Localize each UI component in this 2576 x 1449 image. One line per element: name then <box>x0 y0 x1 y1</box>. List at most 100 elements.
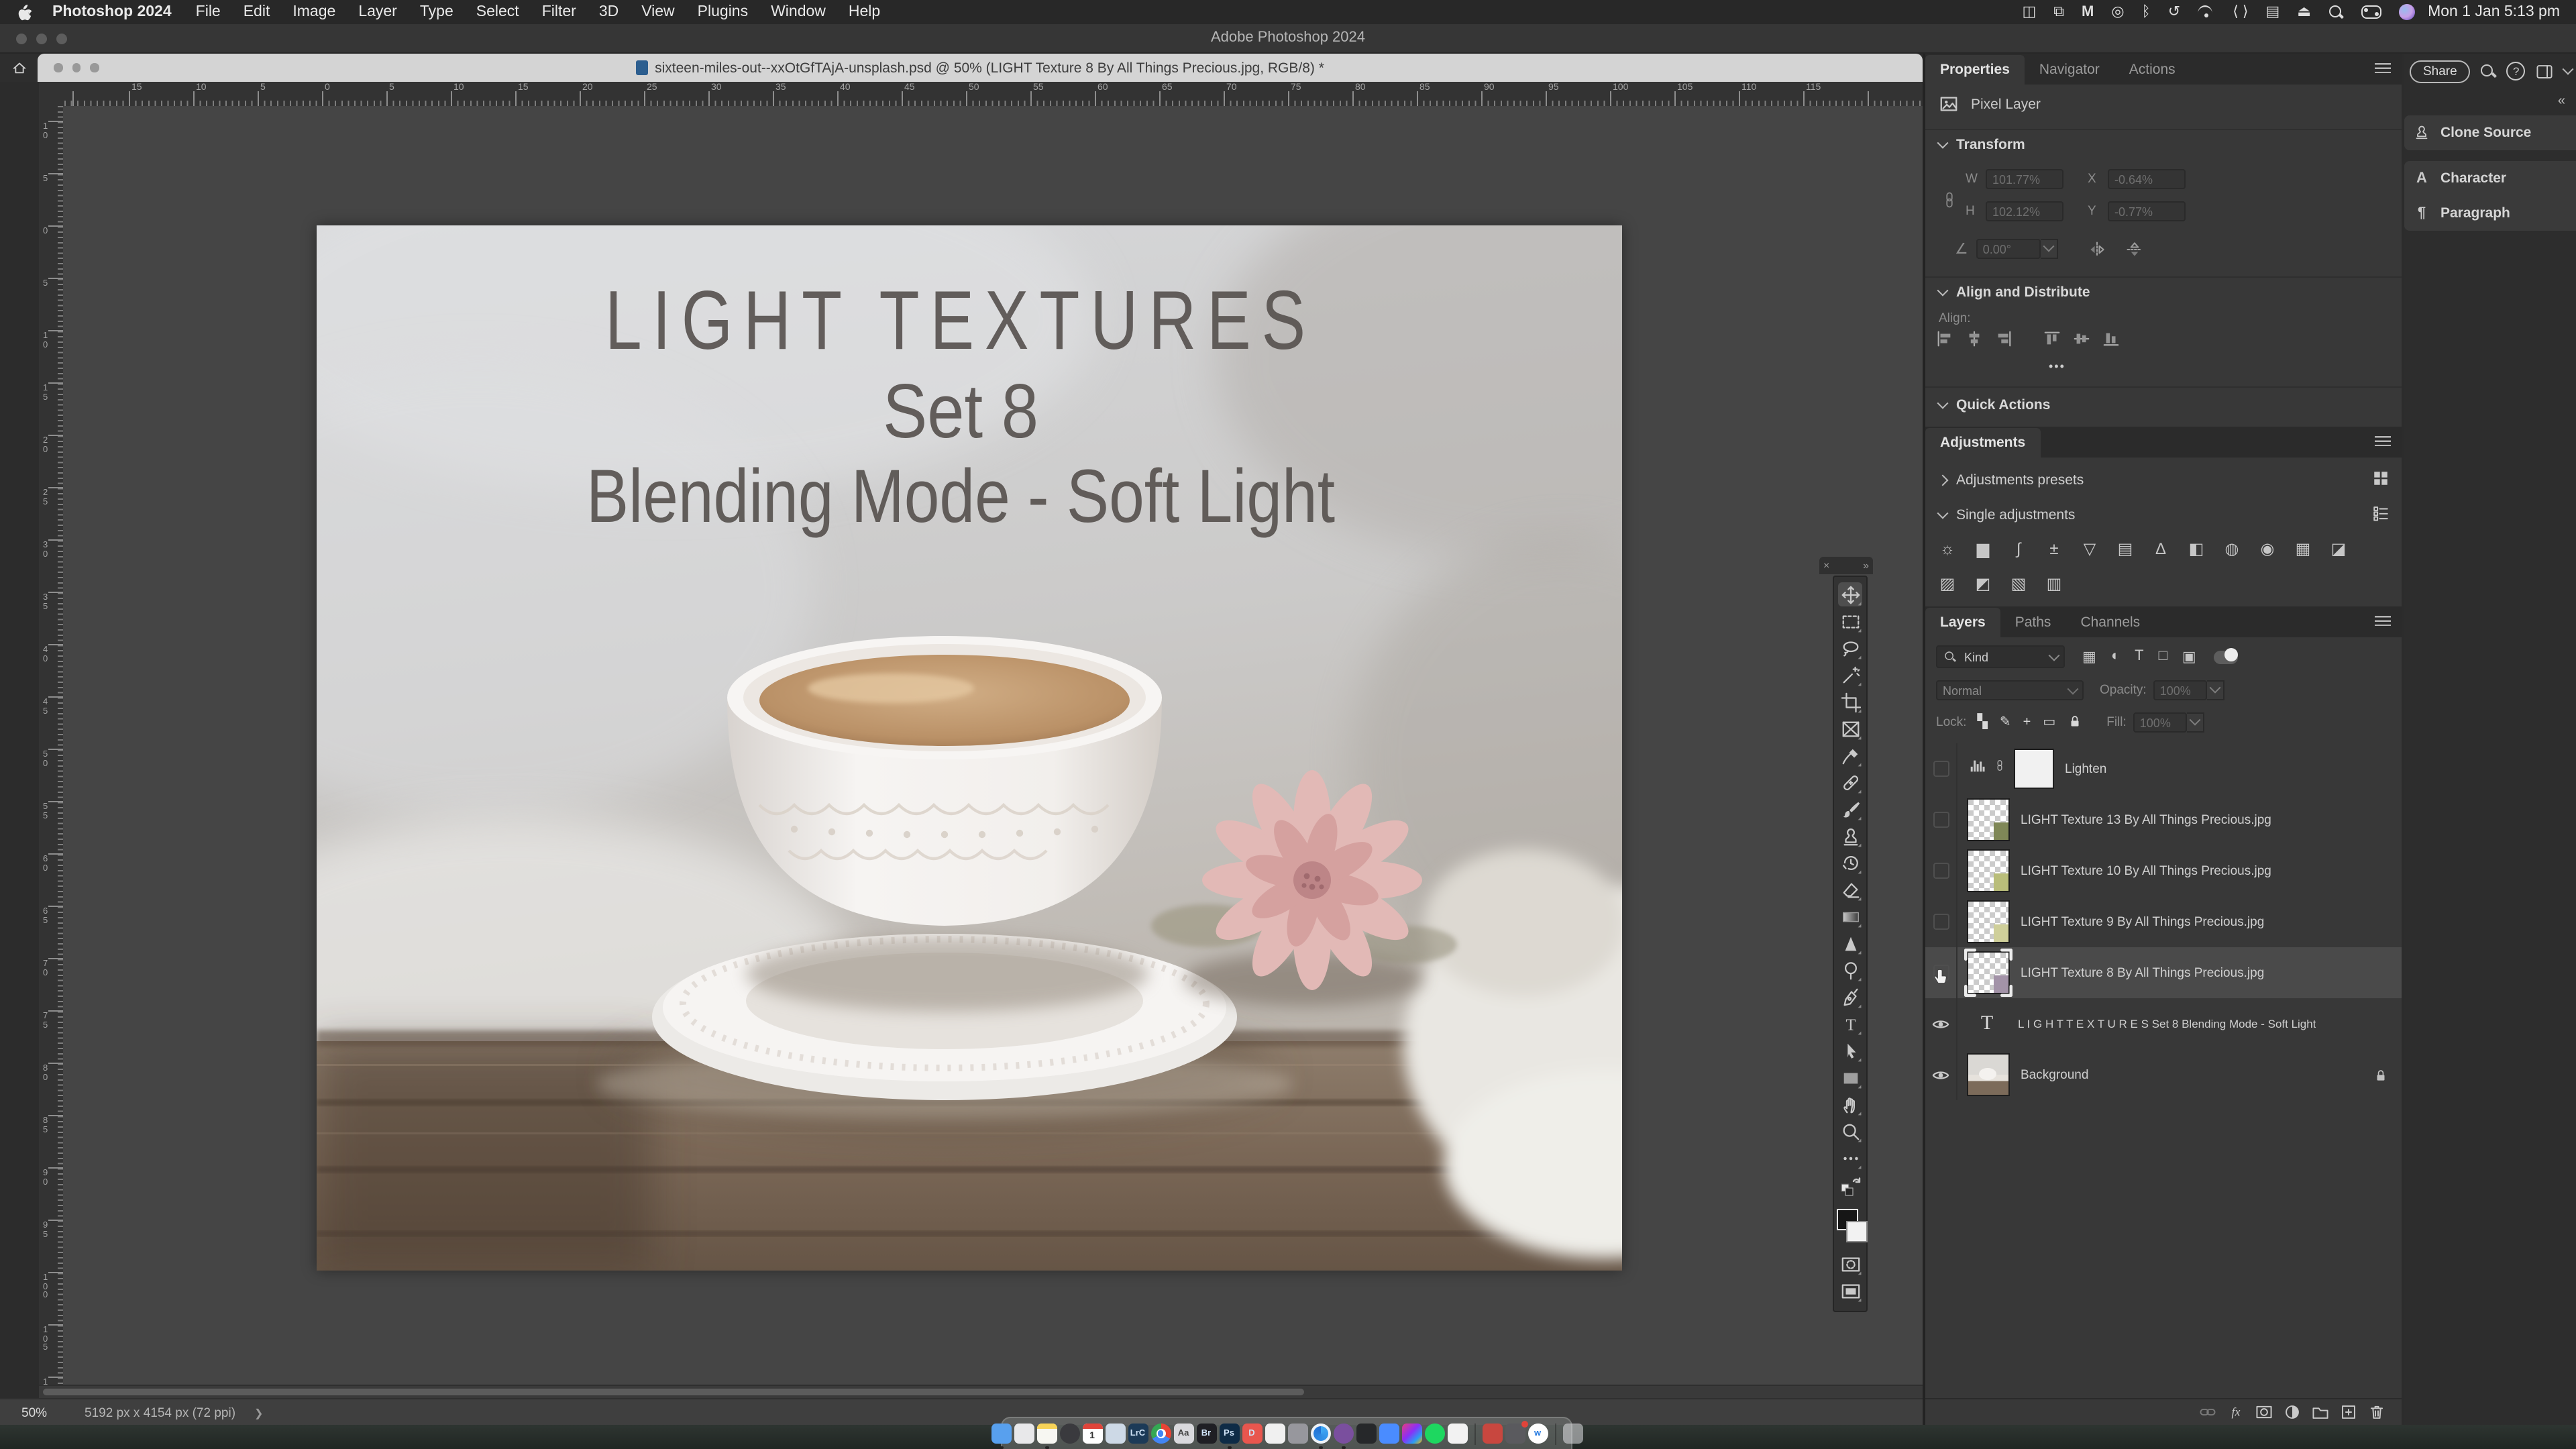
brush-tool[interactable] <box>1838 797 1862 821</box>
dock-icon-documents-app[interactable]: D <box>1242 1424 1262 1444</box>
layers-menu-icon[interactable] <box>2375 616 2391 628</box>
add-mask-button[interactable] <box>2254 1403 2273 1421</box>
align-top-button[interactable] <box>2043 330 2061 354</box>
dock-icon-obscura[interactable] <box>1265 1424 1285 1444</box>
align-more-button[interactable]: ••• <box>2049 360 2065 373</box>
dock-icon-terminal[interactable] <box>1356 1424 1376 1444</box>
dock-icon-system-settings[interactable] <box>1014 1424 1034 1444</box>
color-swatches[interactable] <box>1834 1206 1866 1246</box>
single-adjustments-row[interactable]: Single adjustments <box>1939 507 2075 523</box>
apple-menu-icon[interactable] <box>16 3 34 21</box>
window-manager-icon[interactable]: ▤ <box>2265 5 2279 19</box>
document-canvas[interactable]: LIGHT TEXTURES Set 8 Blending Mode - Sof… <box>317 225 1622 1271</box>
zoom-tool[interactable] <box>1838 1119 1862 1143</box>
layer-row-4[interactable]: LIGHT Texture 8 By All Things Precious.j… <box>1925 947 2402 998</box>
angle-dropdown[interactable] <box>2041 239 2058 259</box>
fill-dropdown[interactable] <box>2187 712 2204 733</box>
photo-filter-adjustment-button[interactable]: ◍ <box>2220 537 2243 559</box>
tab-actions[interactable]: Actions <box>2114 55 2190 85</box>
rect-marquee-tool[interactable] <box>1838 609 1862 633</box>
spotlight-icon[interactable] <box>2328 5 2343 19</box>
link-layers-button[interactable] <box>2198 1403 2216 1421</box>
flip-horizontal-icon[interactable] <box>2088 239 2106 258</box>
smart-object-filter-icon[interactable]: ▣ <box>2182 648 2196 665</box>
levels-adjustment-button[interactable]: ▆ <box>1972 537 1994 559</box>
layer-row-0[interactable]: Lighten <box>1925 743 2402 794</box>
eraser-tool[interactable] <box>1838 877 1862 902</box>
dodge-tool[interactable] <box>1838 958 1862 982</box>
layer-thumbnail[interactable] <box>1967 900 2010 943</box>
layer-row-2[interactable]: LIGHT Texture 10 By All Things Precious.… <box>1925 845 2402 896</box>
dock-icon-quicktime[interactable] <box>1059 1424 1079 1444</box>
eyedropper-tool[interactable] <box>1838 743 1862 767</box>
layer-row-5[interactable]: TL I G H T T E X T U R E S Set 8 Blendin… <box>1925 998 2402 1049</box>
lock-transparency-button[interactable]: ▚ <box>1977 715 1987 730</box>
align-right-button[interactable] <box>1995 330 2012 354</box>
menu-item-view[interactable]: View <box>641 4 674 20</box>
adjustments-menu-icon[interactable] <box>2375 436 2391 448</box>
menu-item-select[interactable]: Select <box>476 4 519 20</box>
threshold-adjustment-button[interactable]: ◩ <box>1972 572 1994 594</box>
canvas-pasteboard[interactable]: LIGHT TEXTURES Set 8 Blending Mode - Sof… <box>63 106 1923 1385</box>
frame-tool[interactable] <box>1838 716 1862 741</box>
menu-item-image[interactable]: Image <box>292 4 335 20</box>
control-center-icon[interactable] <box>2361 5 2381 19</box>
dock-icon-font-book[interactable]: Aa <box>1173 1424 1193 1444</box>
menu-item-type[interactable]: Type <box>420 4 453 20</box>
menu-item-file[interactable]: File <box>196 4 221 20</box>
vibrance-adjustment-button[interactable]: ▽ <box>2078 537 2101 559</box>
layer-row-background[interactable]: Background <box>1925 1049 2402 1100</box>
toolbar-close-icon[interactable]: × <box>1823 559 1829 572</box>
dock-icon-health-app[interactable] <box>1447 1424 1467 1444</box>
ruler-horizontal[interactable]: 1510505101520253035404550556065707580859… <box>63 82 1923 107</box>
path-select-tool[interactable] <box>1838 1038 1862 1063</box>
shape-filter-icon[interactable]: □ <box>2159 648 2167 665</box>
presets-grid-icon[interactable] <box>2372 470 2390 487</box>
menu-item-filter[interactable]: Filter <box>542 4 576 20</box>
blend-mode-combo[interactable]: Normal <box>1936 680 2084 700</box>
code-brackets-icon[interactable]: ⟨ ⟩ <box>2233 5 2248 19</box>
align-left-button[interactable] <box>1936 330 1953 354</box>
layer-visibility-off[interactable] <box>1925 743 1957 794</box>
color-lookup-adjustment-button[interactable]: ▦ <box>2292 537 2314 559</box>
tab-layers[interactable]: Layers <box>1925 608 2000 637</box>
adjustments-presets-row[interactable]: Adjustments presets <box>1939 472 2084 488</box>
dock-icon-shutter-app[interactable] <box>1505 1424 1525 1444</box>
menu-item-help[interactable]: Help <box>849 4 880 20</box>
angle-field[interactable]: 0.00° <box>1976 239 2041 259</box>
document-size-info[interactable]: 5192 px x 4154 px (72 ppi)❯ <box>85 1405 263 1420</box>
hand-tool[interactable] <box>1838 1092 1862 1116</box>
collapse-panels-icon[interactable]: « <box>2558 94 2565 109</box>
dock-icon-mail-drop[interactable] <box>1482 1424 1502 1444</box>
move-tool[interactable] <box>1838 582 1862 606</box>
dock-icon-lightroom-classic[interactable]: LrC <box>1128 1424 1148 1444</box>
background-color-swatch[interactable] <box>1846 1221 1868 1242</box>
menu-item-edit[interactable]: Edit <box>244 4 270 20</box>
menu-item-3d[interactable]: 3D <box>599 4 619 20</box>
layer-name[interactable]: L I G H T T E X T U R E S Set 8 Blending… <box>2018 1017 2316 1030</box>
channel-mixer-adjustment-button[interactable]: ◉ <box>2256 537 2279 559</box>
selective-color-adjustment-button[interactable]: ▧ <box>2007 572 2030 594</box>
layer-row-3[interactable]: LIGHT Texture 9 By All Things Precious.j… <box>1925 896 2402 947</box>
properties-menu-icon[interactable] <box>2375 63 2391 75</box>
fill-field[interactable]: 100% <box>2133 712 2187 733</box>
quick-mask-button[interactable] <box>1838 1252 1862 1276</box>
dock-icon-media-app[interactable] <box>1333 1424 1353 1444</box>
panel-paragraph[interactable]: ¶Paragraph <box>2404 196 2576 231</box>
dock-icon-preview[interactable] <box>1105 1424 1125 1444</box>
panel-character[interactable]: ACharacter <box>2404 161 2576 196</box>
menu-item-layer[interactable]: Layer <box>358 4 397 20</box>
dock-icon-photoshop[interactable]: Ps <box>1219 1424 1239 1444</box>
layer-name[interactable]: Background <box>2021 1067 2088 1082</box>
width-field[interactable]: 101.77% <box>1986 169 2063 189</box>
lock-artboard-button[interactable]: ▭ <box>2043 715 2055 730</box>
color-balance-adjustment-button[interactable]: Δ <box>2149 537 2172 559</box>
type-filter-icon[interactable]: T <box>2135 648 2143 665</box>
layer-name[interactable]: Lighten <box>2065 761 2106 776</box>
align-section-header[interactable]: Align and Distribute <box>1939 284 2090 301</box>
tab-adjustments[interactable]: Adjustments <box>1925 428 2040 458</box>
home-button[interactable] <box>0 54 38 82</box>
dock-icon-chrome[interactable] <box>1150 1424 1171 1444</box>
canvas-hscrollbar[interactable] <box>39 1385 1923 1399</box>
dock-icon-bridge[interactable]: Br <box>1196 1424 1216 1444</box>
